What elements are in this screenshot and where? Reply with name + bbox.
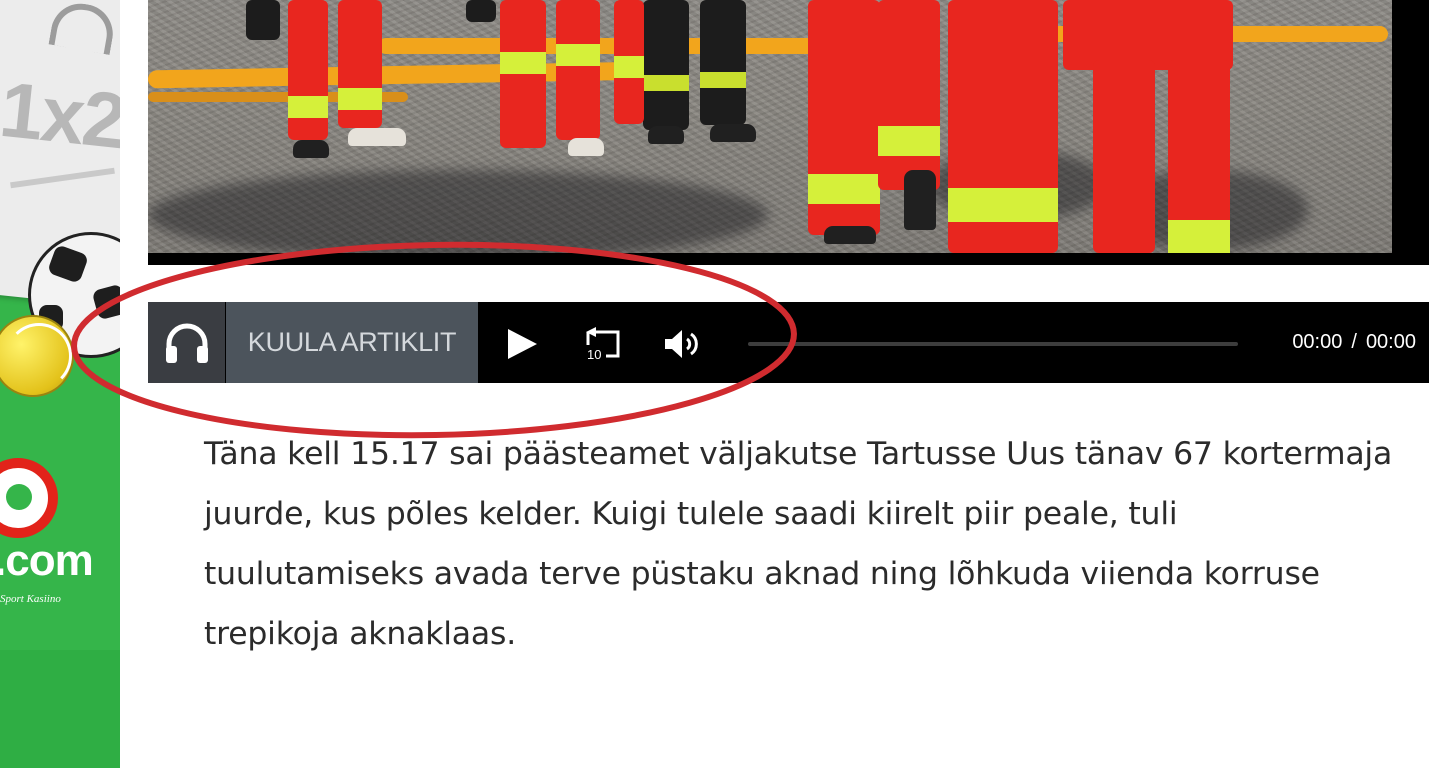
ad-ticket-text: 1x2 bbox=[0, 64, 120, 166]
page: 1x2 .com Sport Kasiino KUULA ARTIKLIT 10… bbox=[0, 0, 1442, 768]
ad-brand-name: .com bbox=[0, 536, 94, 585]
total-duration: 00:00 bbox=[1365, 331, 1416, 353]
audio-player: KUULA ARTIKLIT 10 00:00 / 00:00 bbox=[148, 302, 1429, 383]
time-separator: / bbox=[1351, 331, 1357, 353]
rewind-10-icon: 10 bbox=[586, 327, 620, 361]
rewind-10-button[interactable]: 10 bbox=[580, 322, 626, 366]
ad-footer bbox=[0, 650, 120, 768]
article-photo bbox=[148, 0, 1392, 253]
article-photo-frame bbox=[148, 0, 1429, 265]
audio-progress-bar[interactable] bbox=[748, 342, 1238, 346]
current-time: 00:00 bbox=[1292, 331, 1343, 353]
headphones-button[interactable] bbox=[148, 302, 225, 383]
volume-button[interactable] bbox=[660, 322, 706, 366]
play-button[interactable] bbox=[500, 322, 544, 366]
ad-brand-logo bbox=[0, 458, 58, 538]
time-display: 00:00 / 00:00 bbox=[1256, 302, 1416, 383]
ad-tagline: Sport Kasiino bbox=[0, 593, 61, 605]
rewind-seconds-label: 10 bbox=[587, 347, 601, 361]
headphones-icon bbox=[165, 323, 208, 363]
article-paragraph: Täna kell 15.17 sai päästeamet väljakuts… bbox=[204, 436, 1393, 652]
side-advertisement[interactable]: 1x2 .com Sport Kasiino bbox=[0, 0, 120, 768]
volume-icon bbox=[665, 330, 698, 358]
play-icon bbox=[508, 329, 537, 359]
tennis-ball-icon bbox=[0, 315, 74, 397]
listen-article-button[interactable]: KUULA ARTIKLIT bbox=[226, 302, 478, 383]
